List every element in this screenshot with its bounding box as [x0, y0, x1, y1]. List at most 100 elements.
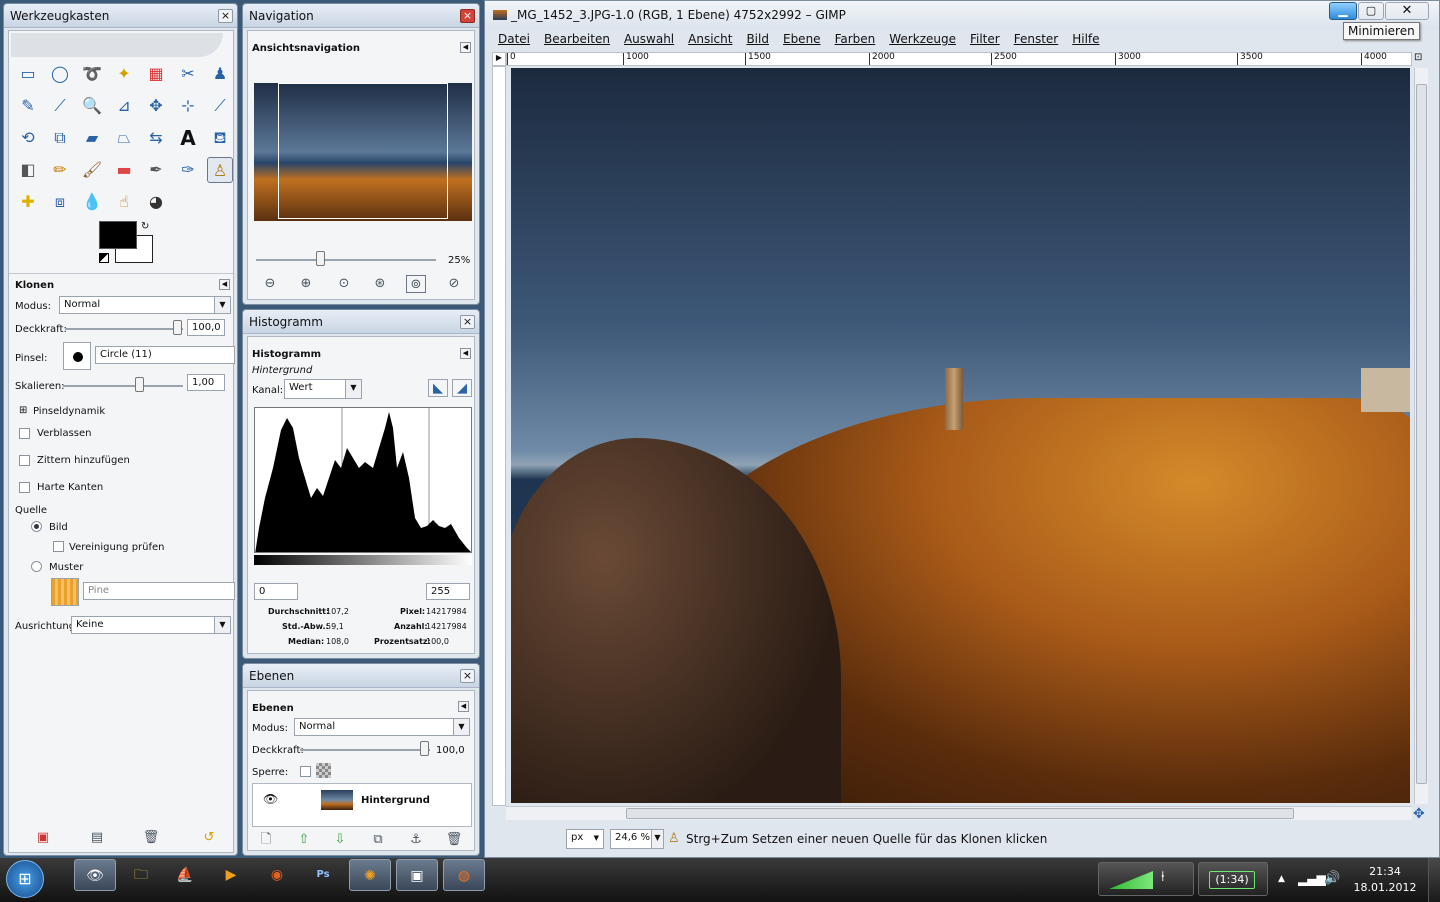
view-rectangle[interactable] [278, 83, 448, 219]
panel-menu-icon[interactable]: ◀ [458, 701, 469, 712]
ink-icon[interactable]: ✑ [175, 157, 201, 183]
maximize-button[interactable]: ▢ [1358, 2, 1384, 20]
delete-layer-icon[interactable]: 🗑 [444, 831, 464, 849]
blur-icon[interactable]: 💧 [79, 189, 105, 215]
zoom-icon[interactable]: 🔍 [79, 93, 105, 119]
clone-icon[interactable]: ♙ [207, 157, 233, 183]
lock-alpha-icon[interactable] [316, 763, 331, 778]
navigation-preview[interactable] [254, 83, 472, 221]
show-desktop-button[interactable] [1428, 858, 1440, 902]
blend-icon[interactable]: ◧ [15, 157, 41, 183]
zoom-fit-icon[interactable]: ⊛ [370, 275, 390, 293]
horizontal-scroll-thumb[interactable] [626, 808, 1294, 819]
expand-icon[interactable]: ⊞ [19, 405, 27, 416]
vertical-scrollbar[interactable] [1414, 68, 1428, 804]
perspective-clone-icon[interactable]: ⧈ [47, 189, 73, 215]
skalieren-slider[interactable] [63, 385, 183, 387]
pinseldynamik-label[interactable]: Pinseldynamik [33, 406, 105, 417]
toolbox-titlebar[interactable]: Werkzeugkasten [4, 4, 237, 28]
image-titlebar[interactable]: _MG_1452_3.JPG-1.0 (RGB, 1 Ebene) 4752x2… [485, 1, 1439, 29]
layer-modus-dropdown[interactable]: Normal ▼ [294, 718, 470, 736]
taskbar-window-icon[interactable]: ▣ [396, 859, 438, 891]
taskbar-camera-icon[interactable]: ◉ [256, 859, 298, 891]
menu-item-bild[interactable]: Bild [746, 32, 769, 46]
navigation-zoom-slider[interactable] [256, 259, 436, 261]
new-layer-icon[interactable]: 🗋 [256, 831, 276, 849]
histogram-titlebar[interactable]: Histogramm [243, 310, 479, 334]
menu-item-ebene[interactable]: Ebene [783, 32, 821, 46]
anchor-layer-icon[interactable]: ⚓ [406, 831, 426, 849]
navigation-titlebar[interactable]: Navigation [243, 4, 479, 28]
pattern-preview[interactable] [51, 578, 79, 606]
text-icon[interactable]: A [175, 125, 201, 151]
menu-item-fenster[interactable]: Fenster [1014, 32, 1059, 46]
menu-item-auswahl[interactable]: Auswahl [624, 32, 674, 46]
lasso-icon[interactable]: ➰ [79, 61, 105, 87]
perspective-icon[interactable]: ⏢ [111, 125, 137, 151]
menu-item-datei[interactable]: Datei [498, 32, 530, 46]
modus-dropdown[interactable]: Normal ▼ [59, 296, 231, 314]
heal-icon[interactable]: ✚ [15, 189, 41, 215]
volume-icon[interactable]: 🔊 [1324, 871, 1340, 886]
horizontal-ruler[interactable]: 0 1000 1500 2000 2500 3000 3500 4000 [506, 52, 1412, 66]
deckkraft-slider[interactable] [65, 328, 183, 330]
menu-item-hilfe[interactable]: Hilfe [1072, 32, 1099, 46]
navigate-icon[interactable]: ✥ [1413, 806, 1425, 822]
layer-deckkraft-slider[interactable] [300, 749, 430, 751]
signal-strength-icon[interactable]: ▂▄▆ [1298, 872, 1326, 886]
fuzzy-select-icon[interactable]: ✦ [111, 61, 137, 87]
battery-tray[interactable]: (1:34) [1198, 862, 1268, 896]
vertical-scroll-thumb[interactable] [1416, 84, 1427, 784]
range-min-spinner[interactable]: 0 [254, 583, 298, 600]
menu-item-filter[interactable]: Filter [970, 32, 1000, 46]
flip-icon[interactable]: ⇆ [143, 125, 169, 151]
linear-histogram-icon[interactable]: ◣ [428, 379, 448, 397]
skalieren-spinner[interactable]: 1,00 [187, 374, 225, 391]
lock-pixels-checkbox[interactable] [300, 766, 311, 777]
zittern-checkbox[interactable] [19, 455, 30, 466]
deckkraft-slider-handle[interactable] [173, 320, 182, 335]
zoom-out-icon[interactable]: ⊖ [260, 275, 280, 293]
clock[interactable]: 21:34 18.01.2012 [1352, 864, 1418, 896]
delete-options-icon[interactable]: 🗑 [141, 829, 161, 847]
bild-radio[interactable] [31, 521, 42, 532]
logarithmic-histogram-icon[interactable]: ◢ [452, 379, 472, 397]
brush-preview[interactable] [63, 342, 91, 370]
close-icon[interactable]: × [218, 9, 233, 23]
horizontal-scrollbar[interactable] [506, 806, 1412, 820]
kanal-dropdown[interactable]: Wert ▼ [284, 379, 362, 399]
unit-dropdown[interactable]: px ▼ [566, 829, 604, 849]
muster-radio[interactable] [31, 561, 42, 572]
scissors-icon[interactable]: ✂ [175, 61, 201, 87]
layer-deckkraft-handle[interactable] [420, 741, 429, 756]
zoom-in-icon[interactable]: ⊕ [296, 275, 316, 293]
menu-item-farben[interactable]: Farben [835, 32, 876, 46]
zoom-selection-icon[interactable]: ⊚ [406, 275, 426, 293]
save-options-icon[interactable]: ▣ [33, 829, 53, 847]
airbrush-icon[interactable]: ✒ [143, 157, 169, 183]
minimize-button[interactable]: ▁ [1329, 2, 1357, 20]
raise-layer-icon[interactable]: ⇧ [294, 831, 314, 849]
rotate-icon[interactable]: ⟲ [15, 125, 41, 151]
range-max-spinner[interactable]: 255 [426, 583, 470, 600]
color-picker-icon[interactable]: ⟋ [47, 93, 73, 119]
skalieren-slider-handle[interactable] [135, 377, 144, 392]
taskbar-gimp-image[interactable]: ✺ [349, 859, 391, 891]
taskbar-app-icon[interactable]: ⛵ [164, 859, 206, 891]
foreground-color-swatch[interactable] [99, 221, 137, 249]
ellipse-select-icon[interactable]: ◯ [47, 61, 73, 87]
start-button[interactable]: ⊞ [6, 860, 44, 898]
layers-titlebar[interactable]: Ebenen [243, 664, 479, 688]
vertical-ruler[interactable] [492, 66, 506, 806]
bucket-fill-icon[interactable]: ⛾ [207, 125, 233, 151]
align-icon[interactable]: ⊹ [175, 93, 201, 119]
duplicate-layer-icon[interactable]: ⧉ [368, 831, 388, 849]
panel-menu-icon[interactable]: ◀ [460, 348, 471, 359]
close-icon[interactable]: × [460, 669, 475, 683]
shear-icon[interactable]: ▰ [79, 125, 105, 151]
restore-options-icon[interactable]: ▤ [87, 829, 107, 847]
tray-expand-icon[interactable]: ▲ [1278, 874, 1285, 884]
foreground-select-icon[interactable]: ♟ [207, 61, 233, 87]
zoom-window-icon[interactable]: ⊘ [444, 275, 464, 293]
color-select-icon[interactable]: ▦ [143, 61, 169, 87]
